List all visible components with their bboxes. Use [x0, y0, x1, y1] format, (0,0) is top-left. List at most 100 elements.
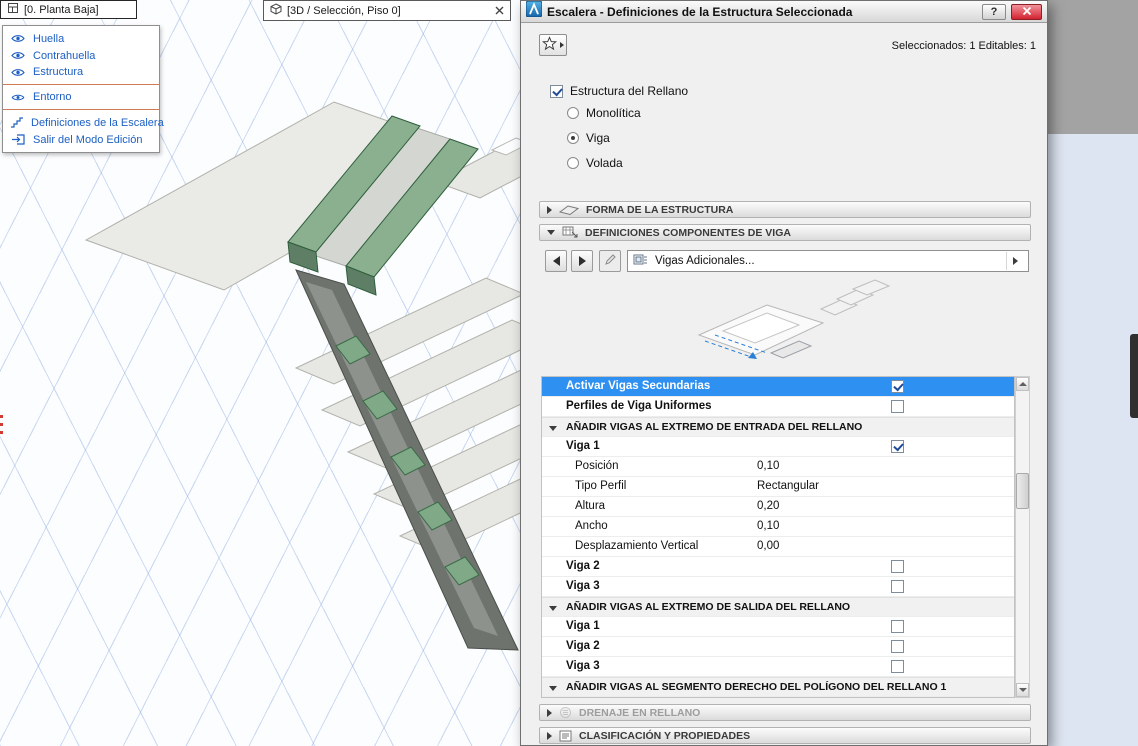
checkbox-icon — [550, 85, 563, 98]
row-checkbox[interactable] — [891, 440, 904, 453]
group-label: AÑADIR VIGAS AL EXTREMO DE SALIDA DEL RE… — [566, 598, 850, 617]
row-label: Viga 3 — [566, 657, 600, 676]
table-row[interactable]: Viga 2 — [542, 637, 1014, 657]
section-forma-estructura[interactable]: FORMA DE LA ESTRUCTURA — [539, 201, 1031, 218]
scroll-up-icon[interactable] — [1016, 377, 1029, 391]
table-row[interactable]: Desplazamiento Vertical 0,00 — [542, 537, 1014, 557]
row-checkbox[interactable] — [891, 640, 904, 653]
row-label: Tipo Perfil — [575, 477, 626, 496]
table-row[interactable]: Viga 3 — [542, 657, 1014, 677]
collapse-arrow-icon[interactable] — [549, 686, 557, 691]
palette-item-label: Entorno — [33, 91, 72, 103]
row-value[interactable]: 0,20 — [757, 497, 779, 516]
beam-set-dropdown[interactable]: Vigas Adicionales... — [627, 250, 1029, 272]
edit-beam-button[interactable] — [599, 250, 621, 272]
tab-planta-baja[interactable]: [0. Planta Baja] — [0, 0, 137, 19]
table-row[interactable]: Altura0,20 — [542, 497, 1014, 517]
classification-icon — [559, 730, 572, 742]
radio-label: Monolítica — [586, 106, 641, 120]
table-row[interactable]: Perfiles de Viga Uniformes — [542, 397, 1014, 417]
collapsed-arrow-icon — [547, 732, 552, 740]
row-checkbox[interactable] — [891, 380, 904, 393]
row-label: Desplazamiento Vertical — [575, 537, 698, 556]
table-row[interactable]: Posición0,10 — [542, 457, 1014, 477]
palette-item-label: Estructura — [33, 66, 83, 78]
tab-label: [3D / Selección, Piso 0] — [287, 5, 401, 17]
palette-item-estructura[interactable]: Estructura — [3, 64, 159, 85]
help-button[interactable]: ? — [982, 4, 1006, 20]
table-row[interactable]: Ancho0,10 — [542, 517, 1014, 537]
arrow-right-icon — [579, 256, 586, 266]
beam-set-icon — [633, 253, 648, 269]
selection-status: Seleccionados: 1 Editables: 1 — [892, 40, 1036, 52]
close-button[interactable] — [1011, 4, 1042, 20]
palette-item-huella[interactable]: Huella — [3, 30, 159, 47]
checkbox-estructura-rellano[interactable]: Estructura del Rellano — [550, 84, 688, 98]
collapse-arrow-icon[interactable] — [549, 426, 557, 431]
expanded-arrow-icon — [547, 230, 555, 235]
next-beam-button[interactable] — [571, 250, 593, 272]
docked-toolbar-edge[interactable] — [1130, 334, 1138, 418]
section-label: FORMA DE LA ESTRUCTURA — [586, 204, 733, 216]
row-value[interactable]: 0,10 — [757, 457, 779, 476]
prev-beam-button[interactable] — [545, 250, 567, 272]
beam-settings-table: Activar Vigas SecundariasPerfiles de Vig… — [541, 376, 1015, 698]
palette-item-contrahuella[interactable]: Contrahuella — [3, 47, 159, 64]
section-label: DEFINICIONES COMPONENTES DE VIGA — [585, 227, 791, 239]
table-group-row[interactable]: AÑADIR VIGAS AL SEGMENTO DERECHO DEL POL… — [542, 677, 1014, 697]
section-drenaje[interactable]: DRENAJE EN RELLANO — [539, 704, 1031, 721]
row-label: Viga 2 — [566, 637, 600, 656]
arrow-left-icon — [553, 256, 560, 266]
eye-icon — [10, 34, 26, 43]
tab-3d-view[interactable]: [3D / Selección, Piso 0] — [263, 0, 511, 21]
group-label: AÑADIR VIGAS AL SEGMENTO DERECHO DEL POL… — [566, 678, 946, 697]
3d-cube-icon — [270, 3, 282, 18]
section-clasificacion[interactable]: CLASIFICACIÓN Y PROPIEDADES — [539, 727, 1031, 744]
table-group-row[interactable]: AÑADIR VIGAS AL EXTREMO DE ENTRADA DEL R… — [542, 417, 1014, 437]
row-checkbox[interactable] — [891, 580, 904, 593]
star-icon — [542, 36, 557, 54]
checkbox-label: Estructura del Rellano — [570, 84, 688, 98]
dialog-body: Seleccionados: 1 Editables: 1 Estructura… — [521, 23, 1047, 745]
table-group-row[interactable]: AÑADIR VIGAS AL EXTREMO DE SALIDA DEL RE… — [542, 597, 1014, 617]
table-row[interactable]: Viga 2 — [542, 557, 1014, 577]
radio-monolitica[interactable]: Monolítica — [567, 105, 641, 121]
table-row[interactable]: Viga 1 — [542, 437, 1014, 457]
table-row[interactable]: Viga 1 — [542, 617, 1014, 637]
radio-icon — [567, 107, 579, 119]
table-row[interactable]: Viga 3 — [542, 577, 1014, 597]
dropdown-arrow-icon[interactable] — [1006, 252, 1023, 270]
row-label: Viga 1 — [566, 617, 600, 636]
scroll-down-icon[interactable] — [1016, 683, 1029, 697]
row-value[interactable]: 0,00 — [757, 537, 779, 556]
radio-icon — [567, 132, 579, 144]
row-value[interactable]: 0,10 — [757, 517, 779, 536]
palette-item-label: Definiciones de la Escalera — [31, 117, 164, 129]
radio-label: Viga — [586, 131, 610, 145]
caret-right-icon — [560, 42, 564, 48]
row-label: Viga 2 — [566, 557, 600, 576]
beam-preview-diagram — [671, 279, 911, 371]
favorites-button[interactable] — [539, 34, 567, 56]
collapse-arrow-icon[interactable] — [549, 606, 557, 611]
collapsed-arrow-icon — [547, 709, 552, 717]
row-checkbox[interactable] — [891, 660, 904, 673]
table-row[interactable]: Tipo Perfil Rectangular — [542, 477, 1014, 497]
row-checkbox[interactable] — [891, 560, 904, 573]
table-scrollbar[interactable] — [1015, 376, 1030, 698]
scrollbar-thumb[interactable] — [1016, 473, 1029, 509]
radio-volada[interactable]: Volada — [567, 155, 641, 171]
eye-icon — [10, 68, 26, 77]
radio-viga[interactable]: Viga — [567, 130, 641, 146]
row-checkbox[interactable] — [891, 620, 904, 633]
section-componentes-viga[interactable]: DEFINICIONES COMPONENTES DE VIGA — [539, 224, 1031, 241]
palette-item-definiciones-de-la-escalera[interactable]: Definiciones de la Escalera — [3, 114, 159, 131]
row-value[interactable]: Rectangular — [757, 477, 819, 496]
row-checkbox[interactable] — [891, 400, 904, 413]
palette-item-salir-del-modo-edicion[interactable]: Salir del Modo Edición — [3, 131, 159, 148]
left-edge-marks — [0, 415, 3, 439]
close-tab-icon[interactable] — [495, 6, 504, 15]
table-row[interactable]: Activar Vigas Secundarias — [542, 377, 1014, 397]
dialog-titlebar[interactable]: Escalera - Definiciones de la Estructura… — [521, 1, 1047, 23]
palette-item-entorno[interactable]: Entorno — [3, 89, 159, 110]
